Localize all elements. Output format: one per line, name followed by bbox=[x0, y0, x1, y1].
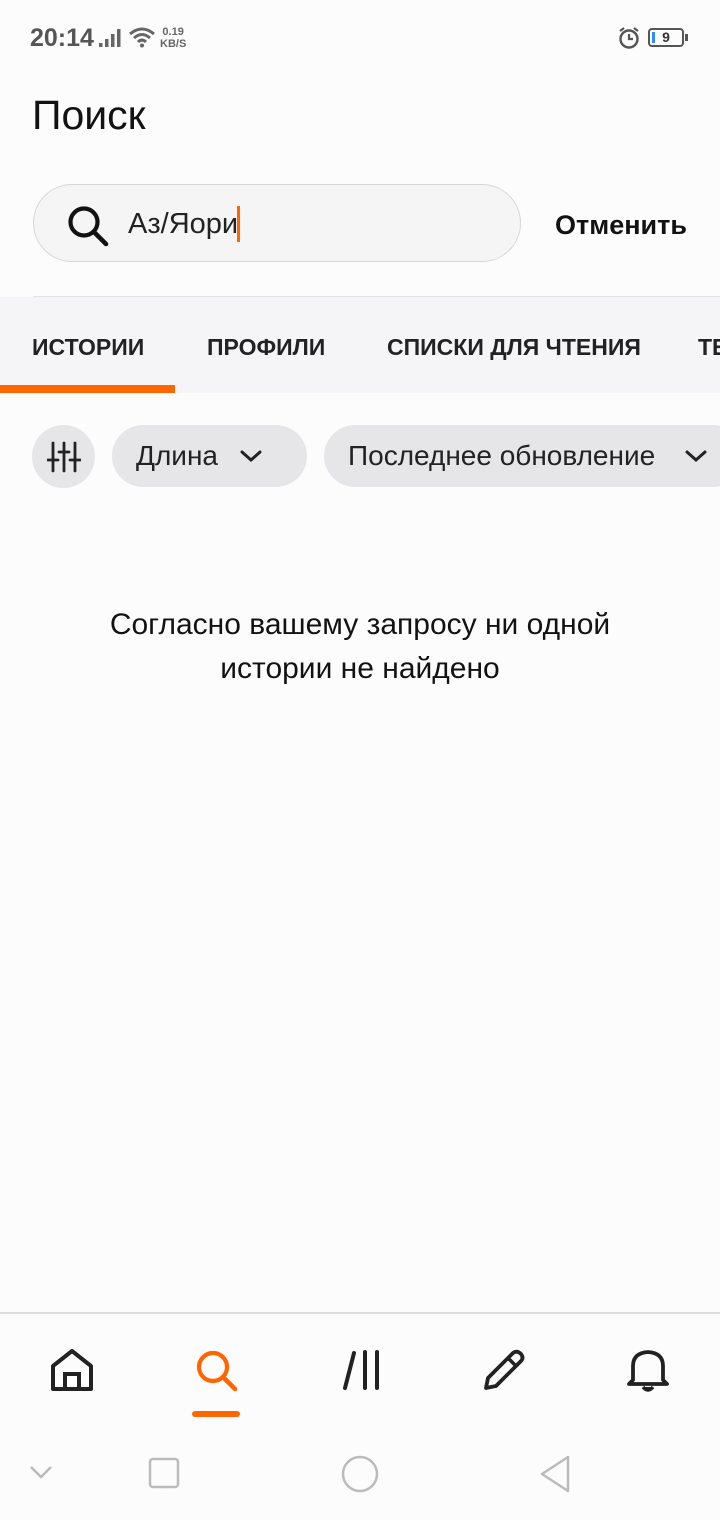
status-time: 20:14 bbox=[30, 24, 94, 52]
tab-reading-lists[interactable]: СПИСКИ ДЛЯ ЧТЕНИЯ bbox=[387, 334, 641, 361]
tab-tags[interactable]: ТЕ bbox=[698, 334, 720, 361]
bell-icon[interactable] bbox=[624, 1344, 672, 1396]
system-nav-bar bbox=[0, 1430, 720, 1520]
filter-button[interactable] bbox=[32, 425, 95, 488]
empty-state-message: Согласно вашему запросу ни одной истории… bbox=[60, 603, 660, 691]
tab-profiles[interactable]: ПРОФИЛИ bbox=[207, 334, 325, 361]
battery-icon: 9 bbox=[648, 28, 684, 47]
network-speed-value: 0.19 bbox=[162, 26, 184, 38]
write-icon[interactable] bbox=[480, 1346, 528, 1394]
chevron-down-icon[interactable] bbox=[28, 1464, 54, 1480]
chevron-down-icon bbox=[685, 450, 707, 463]
home-circle-icon[interactable] bbox=[340, 1454, 380, 1494]
alarm-icon bbox=[619, 27, 639, 49]
tab-bar: ИСТОРИИ ПРОФИЛИ СПИСКИ ДЛЯ ЧТЕНИЯ ТЕ bbox=[0, 297, 720, 393]
page-title: Поиск bbox=[32, 92, 146, 138]
active-nav-indicator bbox=[192, 1411, 240, 1417]
sliders-icon bbox=[47, 441, 81, 473]
status-bar: 20:14 0.19 KB/S 9 bbox=[0, 0, 720, 76]
battery-level: 9 bbox=[662, 29, 670, 45]
empty-state-line-2: истории не найдено bbox=[220, 652, 500, 685]
search-icon[interactable] bbox=[192, 1346, 240, 1394]
text-caret bbox=[237, 206, 240, 242]
recents-icon[interactable] bbox=[148, 1457, 180, 1489]
last-update-filter-label: Последнее обновление bbox=[348, 440, 656, 471]
network-speed: 0.19 KB/S bbox=[160, 26, 186, 50]
signal-icon bbox=[99, 29, 121, 47]
cancel-button[interactable]: Отменить bbox=[555, 210, 687, 241]
length-filter-dropdown[interactable]: Длина bbox=[112, 425, 307, 487]
bottom-nav bbox=[0, 1314, 720, 1430]
empty-state-line-1: Согласно вашему запросу ни одной bbox=[109, 608, 611, 641]
length-filter-label: Длина bbox=[136, 440, 218, 471]
home-icon[interactable] bbox=[48, 1346, 96, 1394]
back-icon[interactable] bbox=[538, 1454, 574, 1494]
search-icon bbox=[68, 206, 109, 247]
wifi-icon bbox=[129, 27, 155, 48]
library-icon[interactable] bbox=[340, 1348, 384, 1392]
tab-stories[interactable]: ИСТОРИИ bbox=[32, 334, 144, 361]
active-tab-indicator bbox=[0, 385, 175, 393]
network-speed-unit: KB/S bbox=[160, 38, 187, 50]
search-input-value[interactable]: Аз/Яори bbox=[128, 208, 238, 241]
battery-tip bbox=[685, 34, 688, 41]
last-update-filter-dropdown[interactable]: Последнее обновление bbox=[324, 425, 720, 487]
chevron-down-icon bbox=[240, 450, 262, 463]
